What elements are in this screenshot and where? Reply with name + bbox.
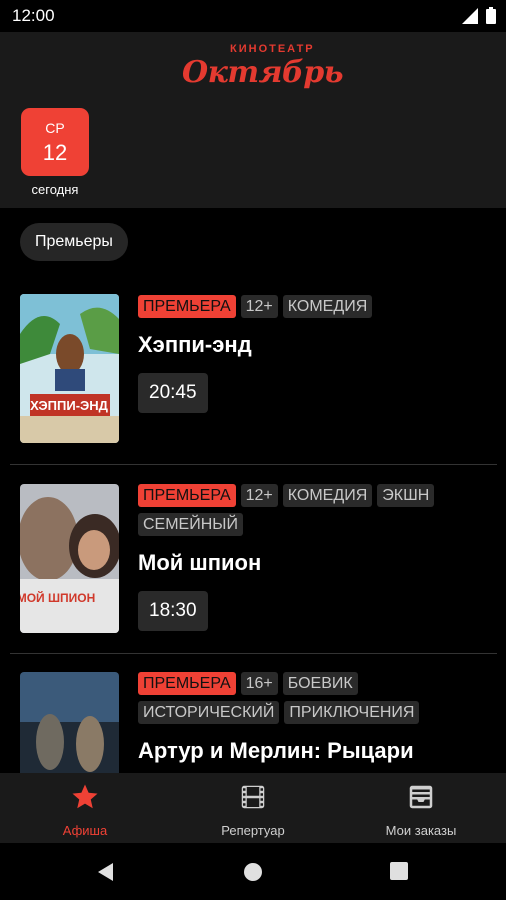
movie-poster[interactable] [20, 672, 119, 773]
filter-chip-premieres[interactable]: Премьеры [20, 223, 128, 261]
status-time: 12:00 [12, 6, 55, 25]
tag-genre: СЕМЕЙНЫЙ [138, 513, 243, 536]
tag-age-rating: 12+ [240, 484, 278, 507]
nav-item-orders[interactable]: Мои заказы [351, 782, 491, 838]
nav-item-label: Репертуар [221, 823, 285, 838]
date-weekday: СР [45, 120, 65, 136]
battery-icon [486, 7, 496, 24]
home-icon[interactable] [243, 862, 263, 882]
showtime-button[interactable]: 20:45 [138, 373, 208, 413]
bottom-navigation: Афиша Репертуар Мои заказы [0, 773, 506, 843]
movie-info: ПРЕМЬЕРА 16+ БОЕВИК ИСТОРИЧЕСКИЙ ПРИКЛЮЧ… [138, 672, 493, 764]
tag-age-rating: 12+ [240, 295, 278, 318]
logo-title: Октябрь [182, 55, 344, 90]
orders-icon [409, 785, 433, 809]
poster-title-text: ХЭППИ-ЭНД [30, 398, 109, 413]
nav-item-afisha[interactable]: Афиша [15, 782, 155, 838]
nav-item-label: Мои заказы [385, 823, 457, 838]
showtime-button[interactable]: 18:30 [138, 591, 208, 631]
date-day: 12 [42, 140, 68, 165]
tag-premiere: ПРЕМЬЕРА [138, 672, 236, 695]
system-navigation-bar [0, 843, 506, 900]
movie-poster[interactable]: МОЙ ШПИОН [20, 484, 119, 633]
date-label: сегодня [31, 182, 79, 197]
tag-genre: ЭКШН [377, 484, 435, 507]
tag-age-rating: 16+ [240, 672, 278, 695]
movie-tags: ПРЕМЬЕРА 16+ БОЕВИК ИСТОРИЧЕСКИЙ ПРИКЛЮЧ… [138, 672, 493, 724]
movie-card[interactable]: МОЙ ШПИОН ПРЕМЬЕРА 12+ КОМЕДИЯ ЭКШН СЕМЕ… [10, 465, 497, 654]
recents-icon[interactable] [390, 862, 408, 880]
tag-genre: ИСТОРИЧЕСКИЙ [138, 701, 280, 724]
movie-info: ПРЕМЬЕРА 12+ КОМЕДИЯ Хэппи-энд 20:45 [138, 295, 493, 413]
tag-genre: БОЕВИК [282, 672, 358, 695]
tag-genre: ПРИКЛЮЧЕНИЯ [284, 701, 420, 724]
app-header: КИНОТЕАТР Октябрь СР 12 сегодня [0, 32, 506, 208]
back-icon[interactable] [96, 862, 116, 882]
status-bar: 12:00 [0, 0, 506, 32]
movie-tags: ПРЕМЬЕРА 12+ КОМЕДИЯ [138, 295, 493, 318]
date-selector-today[interactable]: СР 12 [21, 108, 89, 176]
poster-title-text: МОЙ ШПИОН [20, 590, 95, 605]
logo-subtitle: КИНОТЕАТР [230, 43, 315, 55]
star-icon [72, 784, 98, 809]
signal-icon [462, 7, 478, 24]
movie-card[interactable]: ХЭППИ-ЭНД ПРЕМЬЕРА 12+ КОМЕДИЯ Хэппи-энд… [10, 280, 497, 465]
nav-item-repertoire[interactable]: Репертуар [183, 782, 323, 838]
movie-list[interactable]: ХЭППИ-ЭНД ПРЕМЬЕРА 12+ КОМЕДИЯ Хэппи-энд… [0, 280, 506, 773]
movie-info: ПРЕМЬЕРА 12+ КОМЕДИЯ ЭКШН СЕМЕЙНЫЙ Мой ш… [138, 484, 493, 631]
tag-premiere: ПРЕМЬЕРА [138, 484, 236, 507]
movie-title[interactable]: Хэппи-энд [138, 332, 493, 358]
movie-title[interactable]: Артур и Мерлин: Рыцари [138, 738, 493, 764]
tag-genre: КОМЕДИЯ [282, 484, 373, 507]
tag-premiere: ПРЕМЬЕРА [138, 295, 236, 318]
movie-poster[interactable]: ХЭППИ-ЭНД [20, 294, 119, 443]
movie-card[interactable]: ПРЕМЬЕРА 16+ БОЕВИК ИСТОРИЧЕСКИЙ ПРИКЛЮЧ… [10, 654, 497, 773]
tag-genre: КОМЕДИЯ [282, 295, 373, 318]
film-icon [241, 785, 265, 809]
status-icons [462, 7, 496, 24]
movie-tags: ПРЕМЬЕРА 12+ КОМЕДИЯ ЭКШН СЕМЕЙНЫЙ [138, 484, 493, 536]
cinema-logo: КИНОТЕАТР Октябрь [182, 42, 344, 92]
nav-item-label: Афиша [62, 823, 108, 838]
movie-title[interactable]: Мой шпион [138, 550, 493, 576]
